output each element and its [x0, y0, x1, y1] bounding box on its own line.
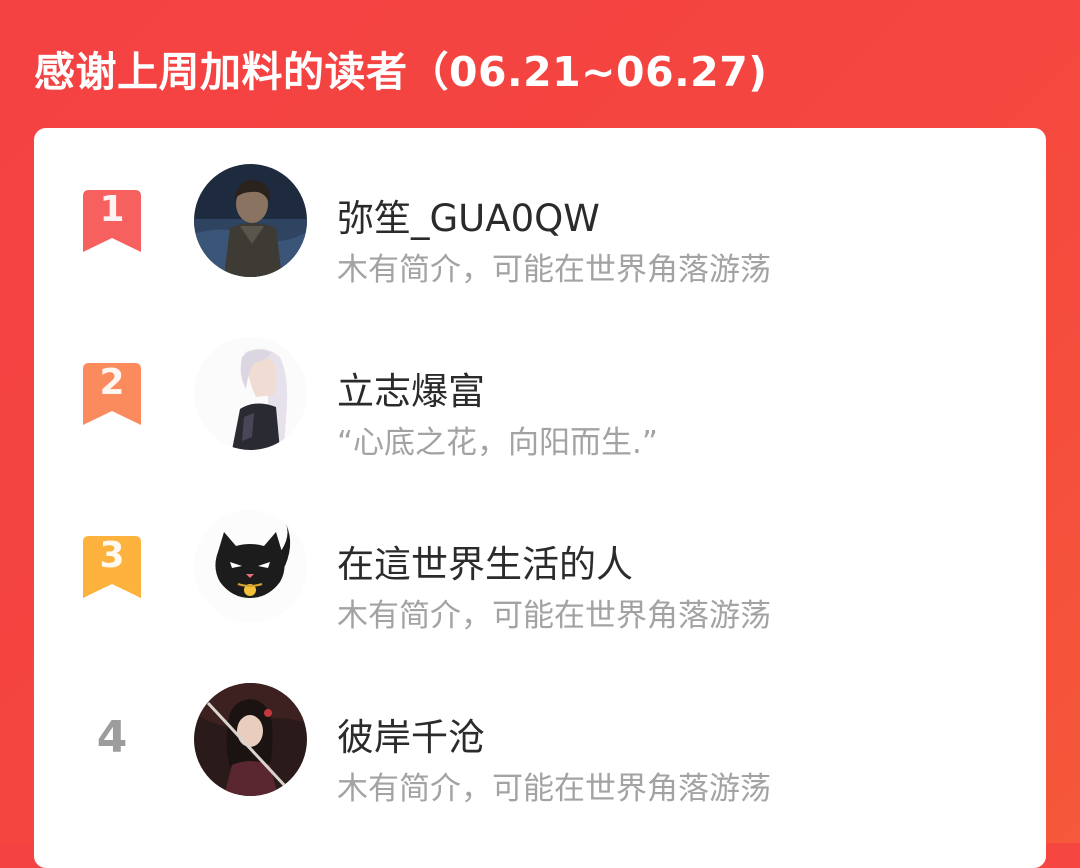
swordswoman-character-avatar-icon: [194, 683, 307, 796]
reader-row-1[interactable]: 1 弥笙_GUA0QW 木有简介，可能在世界角落游荡: [34, 159, 1046, 331]
reader-bio: 木有简介，可能在世界角落游荡: [337, 771, 771, 807]
rank-ribbon-bronze-icon: 3: [83, 536, 141, 598]
avatar[interactable]: [194, 337, 307, 450]
dark-haired-character-avatar-icon: [194, 164, 307, 277]
rank-number: 4: [96, 712, 128, 763]
avatar[interactable]: [194, 164, 307, 277]
black-cat-bell-avatar-icon: [194, 510, 307, 623]
banner-title: 感谢上周加料的读者（06.21~06.27): [34, 48, 768, 96]
reader-bio: 木有简介，可能在世界角落游荡: [337, 252, 771, 288]
reader-name[interactable]: 立志爆富: [337, 369, 485, 415]
rank-ribbon-silver-icon: 2: [83, 363, 141, 425]
reader-bio: “心底之花，向阳而生.”: [337, 425, 658, 461]
silver-haired-character-avatar-icon: [194, 337, 307, 450]
reader-name[interactable]: 彼岸千沧: [337, 715, 485, 761]
rank-number: 1: [99, 189, 125, 230]
reader-name[interactable]: 在這世界生活的人: [337, 542, 633, 588]
reader-name[interactable]: 弥笙_GUA0QW: [337, 196, 600, 242]
avatar[interactable]: [194, 510, 307, 623]
rank-ribbon-gold-icon: 1: [83, 190, 141, 252]
reader-row-3[interactable]: 3 在這世界生活的人 木有简介，可能在世界角落游荡: [34, 505, 1046, 677]
reader-bio: 木有简介，可能在世界角落游荡: [337, 598, 771, 634]
reader-row-4[interactable]: 4 彼岸千沧 木有简介，可能在世界角落游荡: [34, 678, 1046, 850]
reader-row-2[interactable]: 2 立志爆富 “心底之花，向阳而生.”: [34, 332, 1046, 504]
rank-number: 3: [99, 535, 125, 576]
rank-number: 2: [99, 362, 125, 403]
reader-list-card: 1 弥笙_GUA0QW 木有简介，可能在世界角落游荡 2 立志爆富 “心底之花，…: [34, 128, 1046, 868]
avatar[interactable]: [194, 683, 307, 796]
